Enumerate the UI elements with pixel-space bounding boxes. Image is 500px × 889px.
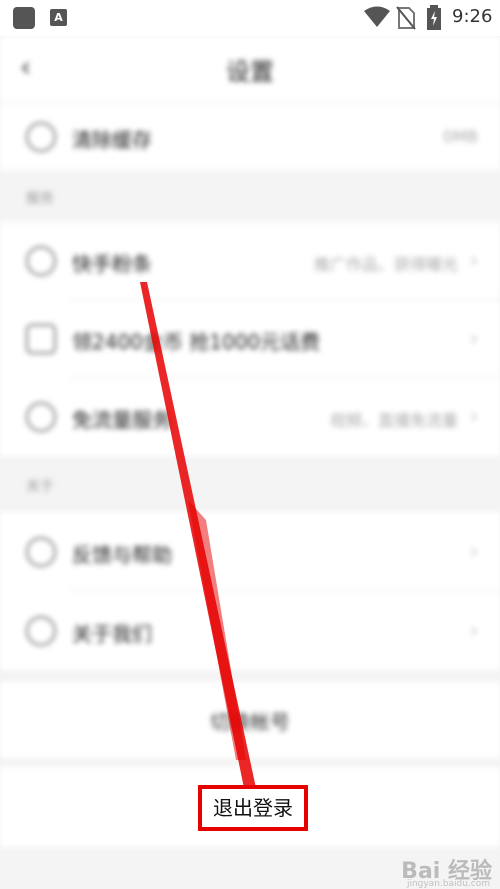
logout-button[interactable]: 退出登录 (198, 785, 308, 831)
watermark-domain: jingyan.baidu.com (406, 879, 490, 889)
watermark: Bai 经验 jingyan.baidu.com (401, 853, 492, 889)
annotation-arrow (140, 282, 256, 788)
